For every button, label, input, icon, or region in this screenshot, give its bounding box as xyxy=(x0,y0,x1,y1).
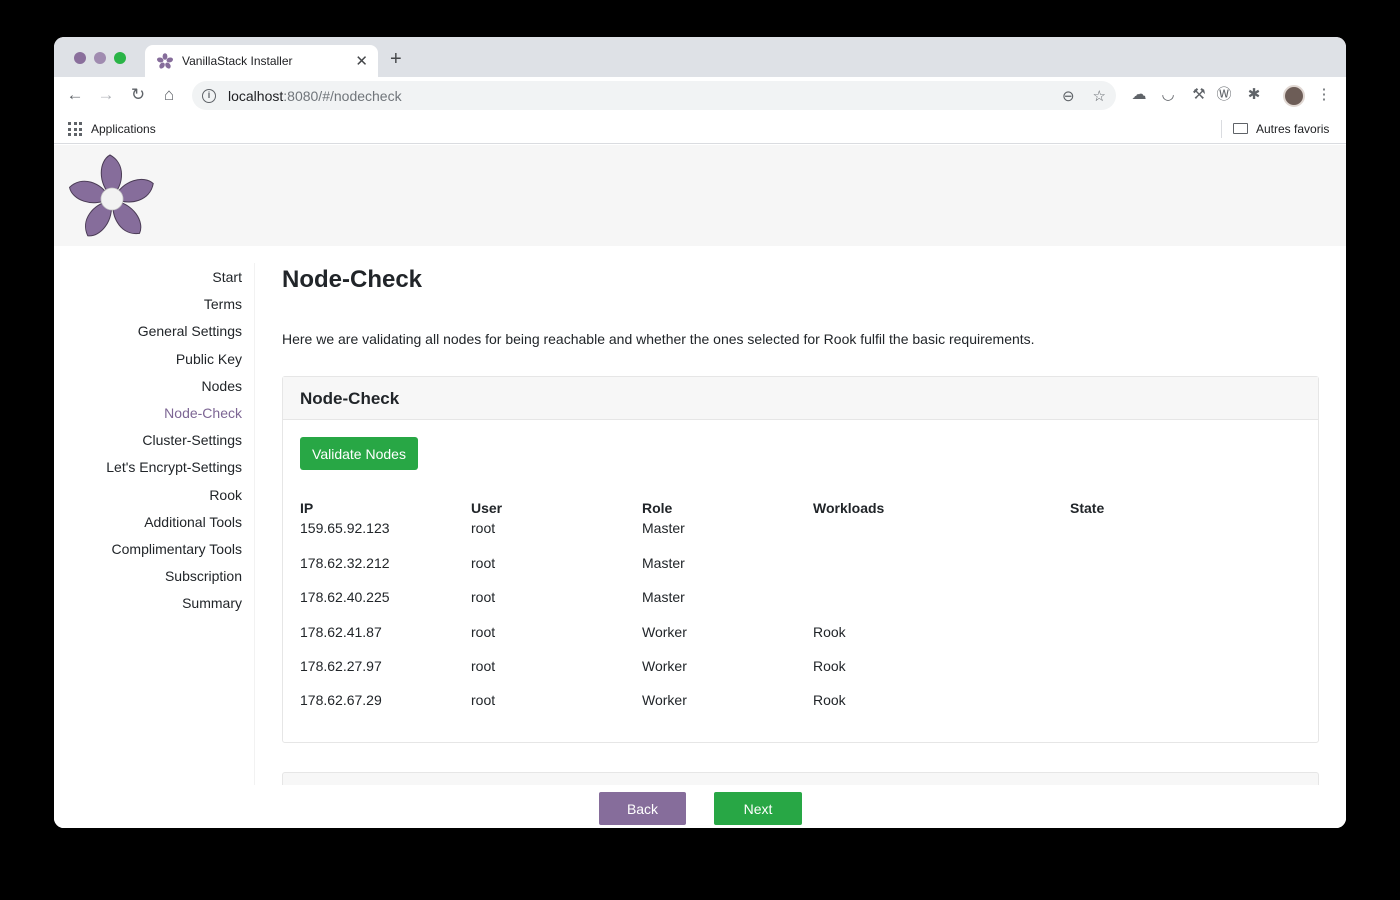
sidebar-item-additional-tools[interactable]: Additional Tools xyxy=(54,514,242,541)
column-header-workloads: Workloads xyxy=(813,500,885,516)
url-host: localhost xyxy=(228,87,284,104)
reload-icon[interactable]: ↻ xyxy=(128,85,148,105)
page-title: Node-Check xyxy=(282,266,423,293)
column-header-state: State xyxy=(1070,500,1105,516)
column-header-role: Role xyxy=(642,500,673,516)
column-header-ip: IP xyxy=(300,500,314,516)
cell-user: root xyxy=(471,624,496,640)
tab-strip: VanillaStack Installer ✕ + xyxy=(54,37,1346,77)
browser-tab[interactable]: VanillaStack Installer ✕ xyxy=(145,45,378,77)
menu-kebab-icon[interactable]: ⋮ xyxy=(1314,85,1334,105)
flower-favicon-icon xyxy=(157,53,173,69)
sidebar-item-terms[interactable]: Terms xyxy=(54,296,242,323)
cell-ip: 178.62.41.87 xyxy=(300,624,382,640)
cell-role: Worker xyxy=(642,658,687,674)
cell-ip: 159.65.92.123 xyxy=(300,520,390,536)
site-info-icon[interactable]: i xyxy=(202,88,216,103)
cell-user: root xyxy=(471,555,496,571)
sidebar-item-node-check[interactable]: Node-Check xyxy=(54,405,242,432)
bookmark-other-favorites[interactable]: Autres favoris xyxy=(1256,122,1329,136)
browser-window: VanillaStack Installer ✕ + ← → ↻ ⌂ i loc… xyxy=(54,37,1346,828)
node-check-card: Node-Check Validate Nodes IP User Role W… xyxy=(282,376,1319,743)
table-row: 159.65.92.123 root Master xyxy=(300,520,1260,540)
wordpress-icon[interactable]: Ⓦ xyxy=(1214,85,1234,105)
cell-workloads: Rook xyxy=(813,692,846,708)
close-window-button[interactable] xyxy=(74,52,86,64)
cell-ip: 178.62.27.97 xyxy=(300,658,382,674)
sidebar-divider xyxy=(254,263,255,803)
sidebar-item-nodes[interactable]: Nodes xyxy=(54,378,242,405)
omnibox-actions: ⊖ ☆ xyxy=(1062,87,1106,105)
card-title: Node-Check xyxy=(283,377,1318,420)
cell-ip: 178.62.67.29 xyxy=(300,692,382,708)
cell-user: root xyxy=(471,589,496,605)
cell-role: Master xyxy=(642,555,685,571)
pocket-icon[interactable]: ◡ xyxy=(1158,85,1178,105)
forward-arrow-icon[interactable]: → xyxy=(96,85,116,105)
back-arrow-icon[interactable]: ← xyxy=(65,85,85,105)
extension-cloud-icon[interactable]: ☁ xyxy=(1129,85,1149,105)
profile-avatar[interactable] xyxy=(1283,85,1305,107)
next-button[interactable]: Next xyxy=(714,792,802,825)
installer-steps-nav: Start Terms General Settings Public Key … xyxy=(54,269,242,622)
window-controls xyxy=(74,52,126,64)
minimize-window-button[interactable] xyxy=(94,52,106,64)
extensions-puzzle-icon[interactable]: ✱ xyxy=(1244,85,1264,105)
cell-role: Master xyxy=(642,520,685,536)
close-tab-icon[interactable]: ✕ xyxy=(355,54,368,69)
cell-workloads: Rook xyxy=(813,624,846,640)
table-row: 178.62.67.29 root Worker Rook xyxy=(300,692,1260,712)
sidebar-item-subscription[interactable]: Subscription xyxy=(54,568,242,595)
cell-workloads: Rook xyxy=(813,658,846,674)
zoom-icon[interactable]: ⊖ xyxy=(1062,87,1075,105)
table-row: 178.62.41.87 root Worker Rook xyxy=(300,624,1260,644)
bookmark-applications[interactable]: Applications xyxy=(91,122,156,136)
table-row: 178.62.40.225 root Master xyxy=(300,589,1260,609)
page-description: Here we are validating all nodes for bei… xyxy=(282,331,1035,347)
extension-tool-icon[interactable]: ⚒ xyxy=(1189,85,1209,105)
cell-ip: 178.62.40.225 xyxy=(300,589,390,605)
column-header-user: User xyxy=(471,500,503,516)
sidebar-item-cluster-settings[interactable]: Cluster-Settings xyxy=(54,432,242,459)
table-header-row: IP User Role Workloads State xyxy=(300,500,1260,520)
page-content: Start Terms General Settings Public Key … xyxy=(54,145,1346,828)
table-row: 178.62.27.97 root Worker Rook xyxy=(300,658,1260,678)
browser-toolbar: ← → ↻ ⌂ i localhost:8080/#/nodecheck ⊖ ☆… xyxy=(54,77,1346,114)
cell-role: Worker xyxy=(642,624,687,640)
bookmark-separator xyxy=(1221,120,1222,138)
back-button[interactable]: Back xyxy=(599,792,686,825)
cell-user: root xyxy=(471,520,496,536)
wizard-footer: Back Next xyxy=(54,785,1346,828)
url-path: :8080/#/nodecheck xyxy=(283,87,402,104)
vanillastack-flower-logo xyxy=(68,154,154,237)
sidebar-item-public-key[interactable]: Public Key xyxy=(54,351,242,378)
cell-ip: 178.62.32.212 xyxy=(300,555,390,571)
sidebar-item-start[interactable]: Start xyxy=(54,269,242,296)
bookmark-star-icon[interactable]: ☆ xyxy=(1093,87,1106,105)
validate-nodes-button[interactable]: Validate Nodes xyxy=(300,437,418,470)
bookmarks-bar: Applications Autres favoris xyxy=(54,114,1346,144)
cell-user: root xyxy=(471,692,496,708)
sidebar-item-summary[interactable]: Summary xyxy=(54,595,242,622)
new-tab-button[interactable]: + xyxy=(390,49,402,69)
maximize-window-button[interactable] xyxy=(114,52,126,64)
folder-icon xyxy=(1233,123,1248,134)
cell-role: Worker xyxy=(642,692,687,708)
table-row: 178.62.32.212 root Master xyxy=(300,555,1260,575)
cell-user: root xyxy=(471,658,496,674)
sidebar-item-general-settings[interactable]: General Settings xyxy=(54,323,242,350)
home-icon[interactable]: ⌂ xyxy=(159,85,179,105)
sidebar-item-lets-encrypt-settings[interactable]: Let's Encrypt-Settings xyxy=(54,459,242,486)
sidebar-item-rook[interactable]: Rook xyxy=(54,487,242,514)
cell-role: Master xyxy=(642,589,685,605)
tab-title: VanillaStack Installer xyxy=(182,54,293,68)
header-banner xyxy=(54,145,1346,246)
address-bar[interactable]: i localhost:8080/#/nodecheck ⊖ ☆ xyxy=(192,81,1116,110)
url-text: localhost:8080/#/nodecheck xyxy=(228,88,402,104)
apps-grid-icon[interactable] xyxy=(68,122,82,136)
sidebar-item-complimentary-tools[interactable]: Complimentary Tools xyxy=(54,541,242,568)
